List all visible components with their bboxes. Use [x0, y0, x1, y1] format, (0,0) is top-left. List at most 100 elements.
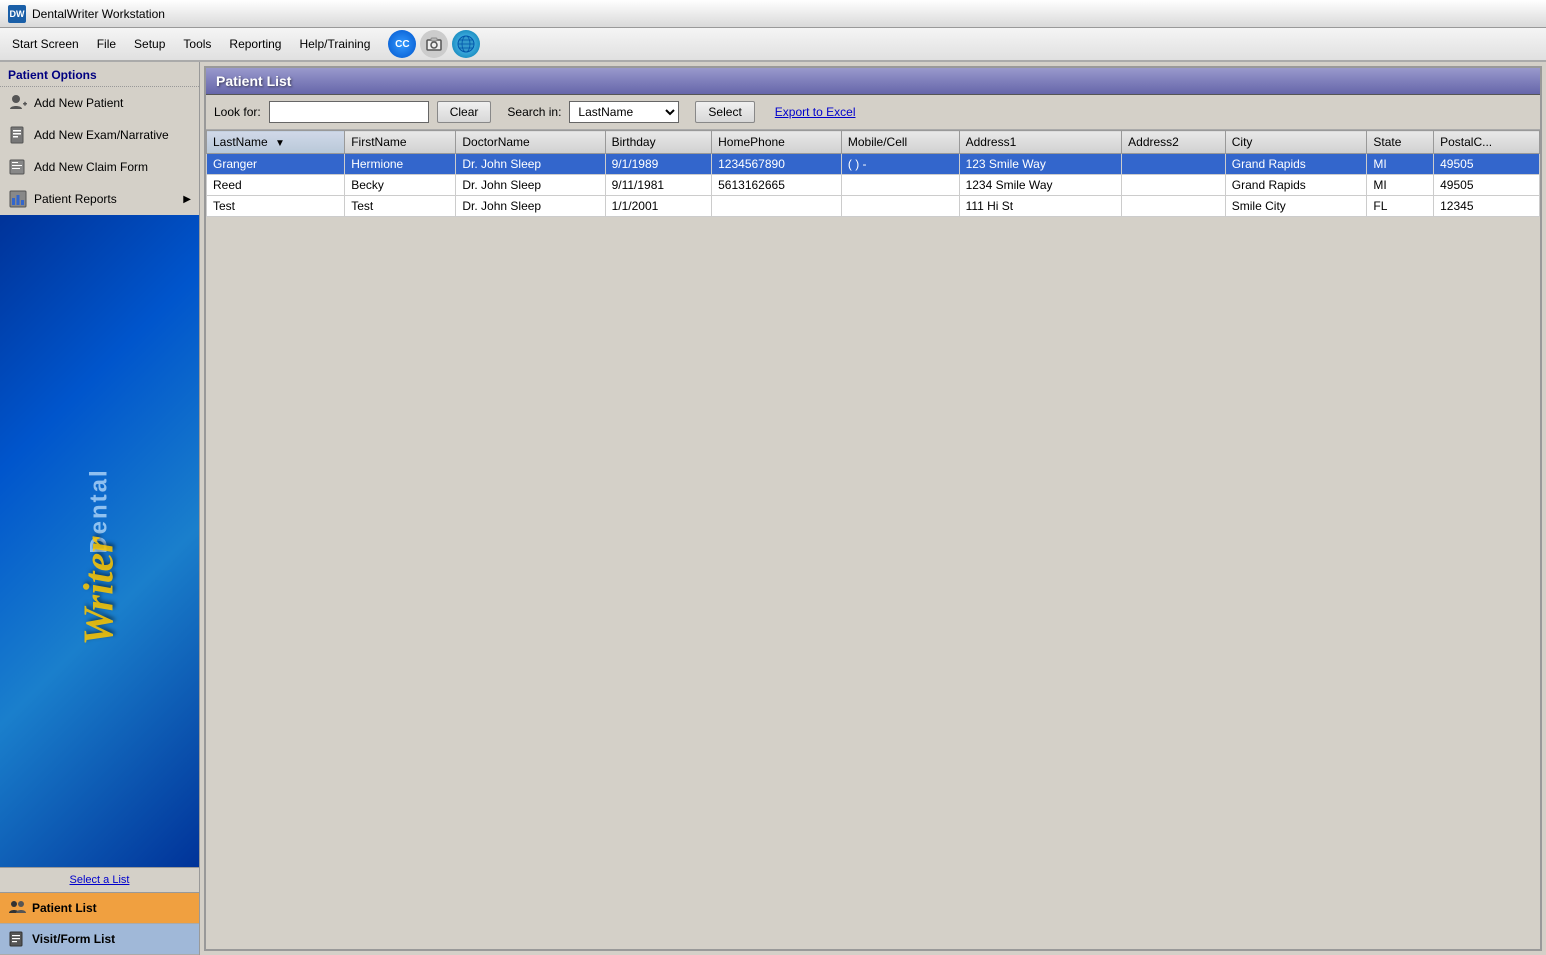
sidebar-add-new-patient[interactable]: Add New Patient — [0, 87, 199, 119]
table-header-row: LastName ▼ FirstName DoctorName Birthday… — [207, 131, 1540, 154]
table-cell: MI — [1367, 175, 1434, 196]
table-cell — [1122, 196, 1226, 217]
add-new-claim-label: Add New Claim Form — [34, 160, 148, 174]
table-cell: ( ) - — [841, 154, 959, 175]
table-cell — [1122, 175, 1226, 196]
table-cell: Hermione — [345, 154, 456, 175]
patient-list-tab-icon — [8, 899, 26, 917]
table-cell: Smile City — [1225, 196, 1367, 217]
sidebar-patient-reports[interactable]: Patient Reports ▶ — [0, 183, 199, 215]
table-cell: 111 Hi St — [959, 196, 1122, 217]
menu-start-screen[interactable]: Start Screen — [4, 33, 87, 55]
look-for-input[interactable] — [269, 101, 429, 123]
panel-toolbar: Look for: Clear Search in: LastName Firs… — [206, 95, 1540, 130]
table-cell: 1/1/2001 — [605, 196, 712, 217]
menu-setup[interactable]: Setup — [126, 33, 173, 55]
look-for-label: Look for: — [214, 105, 261, 119]
add-new-patient-label: Add New Patient — [34, 96, 123, 110]
sidebar-add-new-exam[interactable]: Add New Exam/Narrative — [0, 119, 199, 151]
table-cell: Reed — [207, 175, 345, 196]
table-cell: Becky — [345, 175, 456, 196]
table-cell — [1122, 154, 1226, 175]
table-cell: 1234 Smile Way — [959, 175, 1122, 196]
export-to-excel-link[interactable]: Export to Excel — [775, 105, 856, 119]
visit-form-tab-icon — [8, 930, 26, 948]
patient-table: LastName ▼ FirstName DoctorName Birthday… — [206, 130, 1540, 217]
patient-reports-arrow: ▶ — [183, 194, 191, 205]
table-cell: MI — [1367, 154, 1434, 175]
col-header-postalcode[interactable]: PostalC... — [1434, 131, 1540, 154]
table-cell: Grand Rapids — [1225, 175, 1367, 196]
cross-code-button[interactable]: CC — [388, 30, 416, 58]
table-cell: 12345 — [1434, 196, 1540, 217]
table-cell: 9/11/1981 — [605, 175, 712, 196]
app-logo: DW — [8, 5, 26, 23]
col-header-mobilecell[interactable]: Mobile/Cell — [841, 131, 959, 154]
content-area: Patient List Look for: Clear Search in: … — [200, 62, 1546, 955]
table-cell: 123 Smile Way — [959, 154, 1122, 175]
select-list-link[interactable]: Select a List — [0, 867, 199, 892]
table-cell: Test — [207, 196, 345, 217]
search-in-select[interactable]: LastName FirstName Birthday HomePhone — [569, 101, 679, 123]
add-patient-icon — [8, 93, 28, 113]
patient-table-wrapper: LastName ▼ FirstName DoctorName Birthday… — [206, 130, 1540, 949]
panel-title: Patient List — [206, 68, 1540, 95]
patient-reports-icon — [8, 189, 28, 209]
table-cell — [841, 196, 959, 217]
table-cell — [712, 196, 842, 217]
clear-button[interactable]: Clear — [437, 101, 492, 123]
sidebar-bottom: Patient List Visit/Form List — [0, 892, 199, 955]
search-in-label: Search in: — [507, 105, 561, 119]
col-header-lastname[interactable]: LastName ▼ — [207, 131, 345, 154]
table-cell: Granger — [207, 154, 345, 175]
menu-tools[interactable]: Tools — [175, 33, 219, 55]
title-bar: DW DentalWriter Workstation — [0, 0, 1546, 28]
col-header-address2[interactable]: Address2 — [1122, 131, 1226, 154]
menu-file[interactable]: File — [89, 33, 124, 55]
table-cell — [841, 175, 959, 196]
col-header-homephone[interactable]: HomePhone — [712, 131, 842, 154]
col-header-firstname[interactable]: FirstName — [345, 131, 456, 154]
patient-table-body: GrangerHermioneDr. John Sleep9/1/1989123… — [207, 154, 1540, 217]
col-header-state[interactable]: State — [1367, 131, 1434, 154]
table-cell: Dr. John Sleep — [456, 196, 605, 217]
col-header-address1[interactable]: Address1 — [959, 131, 1122, 154]
patient-list-tab[interactable]: Patient List — [0, 893, 199, 924]
sidebar: Patient Options Add New Patient — [0, 62, 200, 955]
camera-button[interactable] — [420, 30, 448, 58]
patient-list-tab-label: Patient List — [32, 901, 97, 915]
globe-button[interactable] — [452, 30, 480, 58]
logo-writer-text: Writer — [76, 537, 124, 646]
main-layout: Patient Options Add New Patient — [0, 62, 1546, 955]
select-button[interactable]: Select — [695, 101, 754, 123]
sort-arrow-lastname: ▼ — [275, 138, 285, 149]
table-cell: FL — [1367, 196, 1434, 217]
sidebar-logo: Dental Writer — [0, 215, 199, 867]
table-cell: 1234567890 — [712, 154, 842, 175]
table-cell: Dr. John Sleep — [456, 175, 605, 196]
add-claim-icon — [8, 157, 28, 177]
table-row[interactable]: TestTestDr. John Sleep1/1/2001111 Hi StS… — [207, 196, 1540, 217]
table-cell: Dr. John Sleep — [456, 154, 605, 175]
menu-help-training[interactable]: Help/Training — [291, 33, 378, 55]
table-cell: 49505 — [1434, 175, 1540, 196]
table-row[interactable]: ReedBeckyDr. John Sleep9/11/198156131626… — [207, 175, 1540, 196]
col-header-doctorname[interactable]: DoctorName — [456, 131, 605, 154]
add-exam-icon — [8, 125, 28, 145]
app-title: DentalWriter Workstation — [32, 7, 165, 21]
col-header-birthday[interactable]: Birthday — [605, 131, 712, 154]
visit-form-list-tab[interactable]: Visit/Form List — [0, 924, 199, 955]
patient-list-panel: Patient List Look for: Clear Search in: … — [204, 66, 1542, 951]
menu-reporting[interactable]: Reporting — [221, 33, 289, 55]
sidebar-add-new-claim[interactable]: Add New Claim Form — [0, 151, 199, 183]
table-cell: Test — [345, 196, 456, 217]
col-header-city[interactable]: City — [1225, 131, 1367, 154]
table-cell: 49505 — [1434, 154, 1540, 175]
table-row[interactable]: GrangerHermioneDr. John Sleep9/1/1989123… — [207, 154, 1540, 175]
patient-options-header: Patient Options — [0, 62, 199, 87]
table-cell: 9/1/1989 — [605, 154, 712, 175]
patient-reports-label: Patient Reports — [34, 192, 117, 206]
table-cell: Grand Rapids — [1225, 154, 1367, 175]
visit-form-list-tab-label: Visit/Form List — [32, 932, 115, 946]
table-cell: 5613162665 — [712, 175, 842, 196]
